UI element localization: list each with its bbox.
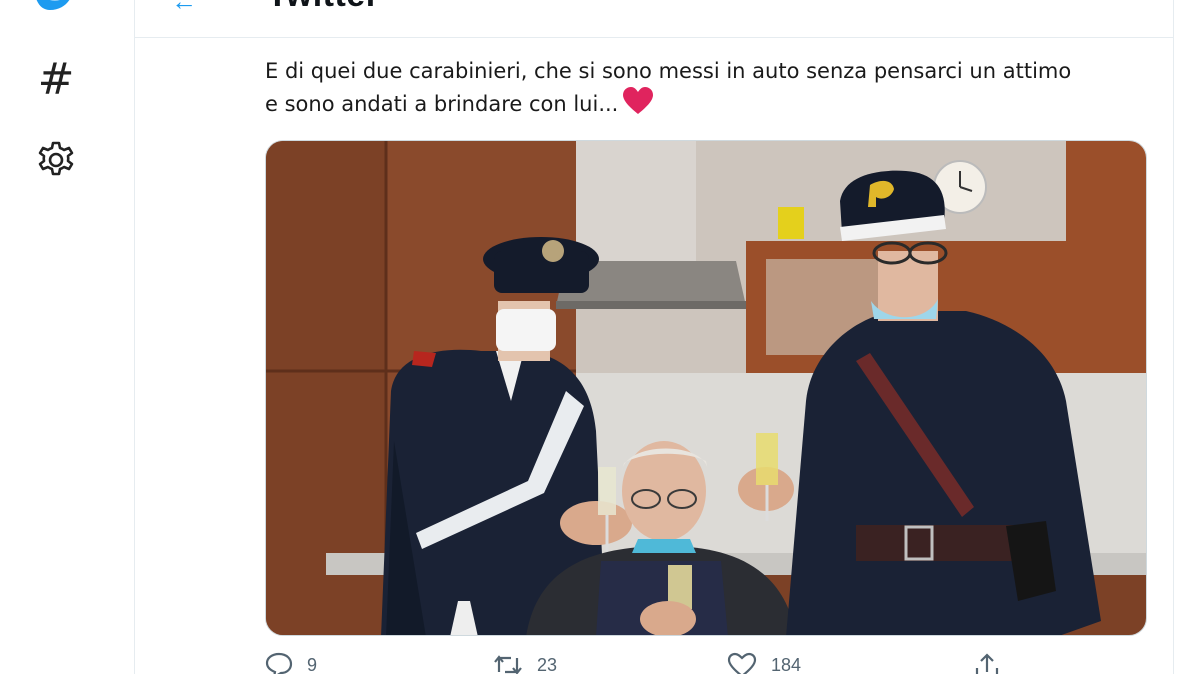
hashtag-icon[interactable]: #	[34, 58, 78, 102]
header: ← Twitter	[135, 0, 1173, 38]
left-sidebar: #	[0, 0, 134, 674]
retweet-count: 23	[537, 654, 558, 674]
heart-outline-icon	[727, 652, 757, 674]
tweet-photo[interactable]	[265, 140, 1147, 636]
tweet-text: E di quei due carabinieri, che si sono m…	[265, 56, 1155, 124]
red-heart-emoji-icon	[622, 87, 654, 124]
page-title: Twitter	[267, 0, 379, 15]
share-button[interactable]	[973, 652, 1015, 674]
retweet-icon	[493, 652, 523, 674]
tweet-text-line-1: E di quei due carabinieri, che si sono m…	[265, 59, 1072, 83]
twitter-bird-icon[interactable]	[30, 0, 78, 12]
tweet-actions: 9 23 184	[265, 652, 1025, 674]
like-count: 184	[771, 654, 802, 674]
tweet-text-line-2-content: e sono andati a brindare con lui...	[265, 92, 619, 116]
tweet-column: ← Twitter E di quei due carabinieri, che…	[134, 0, 1174, 674]
reply-icon	[265, 652, 293, 674]
like-button[interactable]: 184	[727, 652, 801, 674]
reply-button[interactable]: 9	[265, 652, 317, 674]
reply-count: 9	[307, 654, 318, 674]
back-arrow-icon[interactable]: ←	[171, 0, 197, 17]
tweet-text-line-2: e sono andati a brindare con lui...	[265, 87, 1155, 124]
share-icon	[973, 652, 1001, 674]
retweet-button[interactable]: 23	[493, 652, 557, 674]
gear-icon[interactable]	[34, 138, 78, 182]
